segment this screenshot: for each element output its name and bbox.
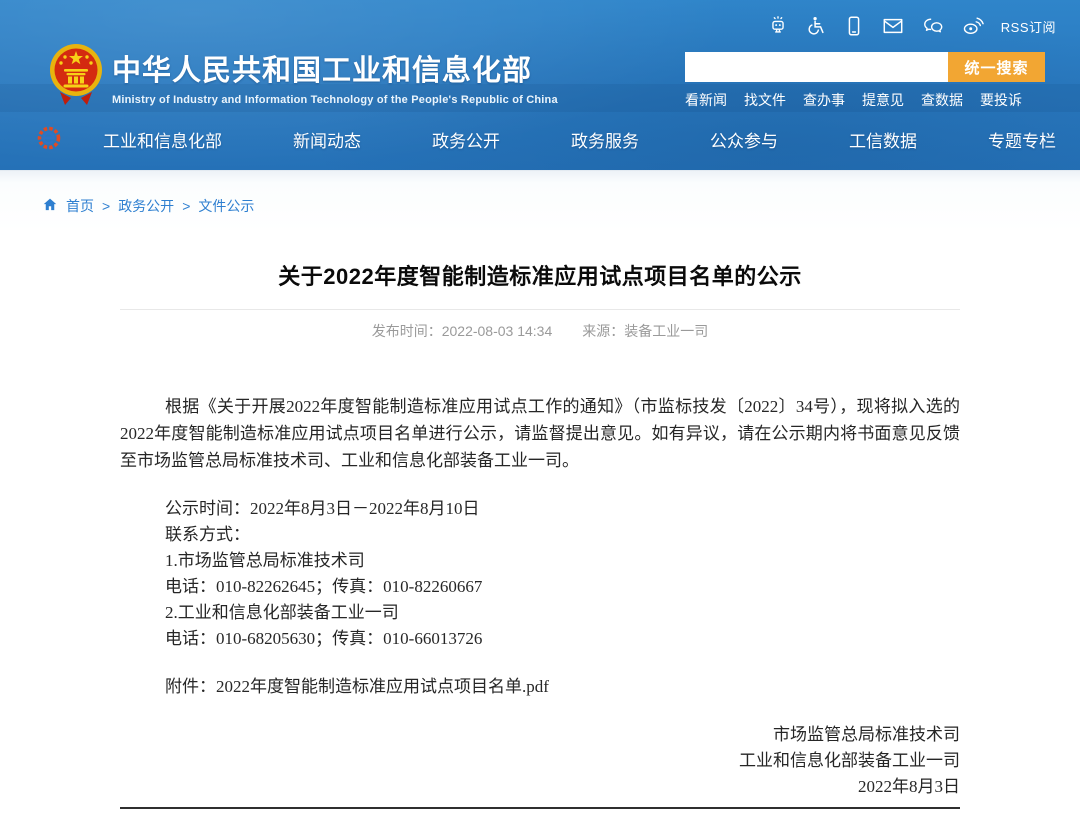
search-input[interactable] [685,52,948,82]
search-bar: 统一搜索 [685,52,1045,82]
attachment-label: 附件： [165,677,216,696]
nav-item-special-topics[interactable]: 专题专栏 [980,127,1064,152]
nav-item-gov-services[interactable]: 政务服务 [563,127,647,152]
contact-org-1: 1.市场监管总局标准技术司 [120,548,960,574]
wechat-icon[interactable] [921,15,945,37]
signature-date: 2022年8月3日 [120,774,960,800]
home-icon[interactable] [42,197,58,215]
contact-org-2: 2.工业和信息化部装备工业一司 [120,600,960,626]
mail-icon[interactable] [881,15,905,37]
publish-time: 发布时间：2022-08-03 14:34 [372,321,553,341]
signature-org-2: 工业和信息化部装备工业一司 [120,748,960,774]
robot-assistant-icon[interactable] [767,15,789,37]
topbar-utility-icons: RSS订阅 [767,15,1056,37]
quick-link-services[interactable]: 查办事 [803,90,845,110]
article-title: 关于2022年度智能制造标准应用试点项目名单的公示 [120,262,960,292]
contact-phones-2: 电话：010-68205630；传真：010-66013726 [120,626,960,652]
quick-links: 看新闻 找文件 查办事 提意见 查数据 要投诉 [685,90,1022,110]
weibo-icon[interactable] [961,15,985,37]
nav-item-miit[interactable]: 工业和信息化部 [95,127,230,152]
site-title: 中华人民共和国工业和信息化部 [112,47,558,89]
nav-item-news[interactable]: 新闻动态 [285,127,369,152]
site-subtitle-english: Ministry of Industry and Information Tec… [112,94,558,106]
nav-item-gov-disclosure[interactable]: 政务公开 [424,127,508,152]
quick-link-news[interactable]: 看新闻 [685,90,727,110]
breadcrumb-gov-disclosure[interactable]: 政务公开 [118,196,174,216]
publish-source: 来源：装备工业一司 [582,321,708,341]
attachment-line: 附件：2022年度智能制造标准应用试点项目名单.pdf [120,674,960,700]
page: RSS订阅 中华人民共和国 [0,0,1080,813]
breadcrumb-document-notice[interactable]: 文件公示 [198,196,254,216]
title-divider [120,309,960,310]
contact-heading: 联系方式： [120,522,960,548]
publish-info: 发布时间：2022-08-03 14:34 来源：装备工业一司 [120,321,960,341]
breadcrumb-separator: > [182,198,190,214]
article-paragraph: 根据《关于开展2022年度智能制造标准应用试点工作的通知》（市监标技发〔2022… [120,393,960,474]
notice-period: 公示时间：2022年8月3日－2022年8月10日 [120,496,960,522]
breadcrumb: 首页 > 政务公开 > 文件公示 [42,196,254,216]
contact-phones-1: 电话：010-82262645；传真：010-82260667 [120,574,960,600]
rss-subscribe-link[interactable]: RSS订阅 [1001,17,1056,36]
accessibility-icon[interactable] [805,15,827,37]
attachment-pdf-link[interactable]: 2022年度智能制造标准应用试点项目名单.pdf [216,677,549,696]
miit-e-logo-icon[interactable] [36,125,62,156]
signature-org-1: 市场监管总局标准技术司 [120,722,960,748]
article-body: 根据《关于开展2022年度智能制造标准应用试点工作的通知》（市监标技发〔2022… [120,393,960,800]
nav-item-public-participation[interactable]: 公众参与 [702,127,786,152]
quick-link-data[interactable]: 查数据 [921,90,963,110]
quick-link-documents[interactable]: 找文件 [744,90,786,110]
quick-link-complaints[interactable]: 要投诉 [980,90,1022,110]
site-logo-home-link[interactable]: 中华人民共和国工业和信息化部 Ministry of Industry and … [112,47,558,106]
breadcrumb-home[interactable]: 首页 [66,196,94,216]
unified-search-button[interactable]: 统一搜索 [948,52,1045,82]
breadcrumb-separator: > [102,198,110,214]
quick-link-suggestions[interactable]: 提意见 [862,90,904,110]
mobile-icon[interactable] [843,15,865,37]
main-navigation: 工业和信息化部 新闻动态 政务公开 政务服务 公众参与 工信数据 专题专栏 [95,118,1064,160]
nav-item-industry-data[interactable]: 工信数据 [841,127,925,152]
national-emblem-logo[interactable] [47,42,105,113]
site-header: RSS订阅 中华人民共和国 [0,0,1080,170]
breadcrumb-section: 首页 > 政务公开 > 文件公示 [0,170,1080,232]
article: 关于2022年度智能制造标准应用试点项目名单的公示 发布时间：2022-08-0… [120,262,960,809]
